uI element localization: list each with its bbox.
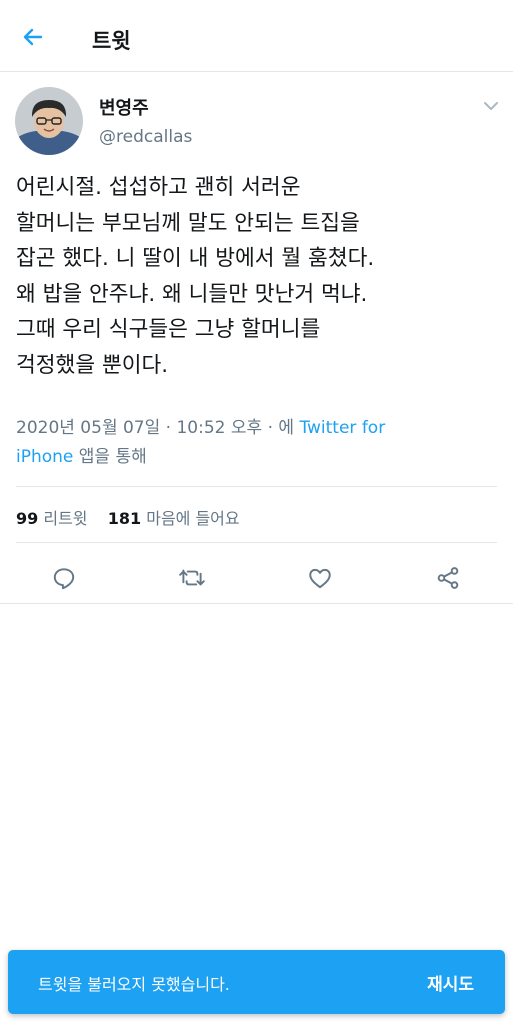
share-button[interactable] (430, 560, 466, 596)
tweet-text-line: 어린시절. 섭섭하고 괜히 서러운 (16, 175, 301, 200)
via-prefix: 에 (278, 418, 295, 438)
retweet-button[interactable] (174, 560, 210, 596)
via-suffix: 앱을 통해 (78, 446, 147, 467)
back-button[interactable] (18, 22, 48, 52)
like-label[interactable]: 마음에 들어요 (146, 509, 239, 528)
reply-button[interactable] (46, 560, 82, 596)
client-link[interactable]: Twitter for (299, 418, 385, 438)
author-name[interactable]: 변영주 (99, 94, 149, 120)
tweet-meta: 2020년 05월 07일 · 10:52 오후 · 에 Twitter for… (16, 414, 486, 471)
retweet-label[interactable]: 리트윗 (43, 509, 87, 528)
toast-message: 트윗을 불러오지 못했습니다. (38, 975, 230, 994)
reply-icon (53, 568, 75, 590)
error-toast: 트윗을 불러오지 못했습니다. 재시도 (8, 950, 505, 1014)
tweet-text-line: 할머니는 부모님께 말도 안되는 트집을 (16, 210, 360, 236)
retweet-count[interactable]: 99 (16, 509, 38, 528)
client-link-continued[interactable]: iPhone (16, 447, 73, 467)
tweet-time: 10:52 오후 (176, 418, 263, 438)
meta-separator: · (267, 418, 273, 438)
avatar[interactable] (15, 87, 83, 155)
tweet-text-line: 왜 밥을 안주냐. 왜 니들만 맛난거 먹냐. (16, 281, 368, 307)
divider (16, 486, 497, 487)
chevron-down-icon (484, 102, 498, 110)
tweet-menu-button[interactable] (480, 98, 502, 114)
tweet-date: 2020년 05월 07일 (16, 418, 161, 438)
top-bar: 트윗 (0, 0, 513, 72)
author-handle[interactable]: @redcallas (99, 127, 192, 147)
share-icon (437, 567, 459, 589)
user-avatar-image (15, 87, 83, 155)
like-button[interactable] (302, 560, 338, 596)
retry-button[interactable]: 재시도 (427, 970, 474, 995)
tweet-text-line: 잡곤 했다. 니 딸이 내 방에서 뭘 훔쳤다. (16, 246, 375, 271)
tweet-stats: 99 리트윗 181 마음에 들어요 (16, 505, 240, 529)
tweet-text: 어린시절. 섭섭하고 괜히 서러운 할머니는 부모님께 말도 안되는 트집을 잡… (16, 170, 501, 383)
heart-icon (309, 568, 331, 589)
tweet-text-line: 걱정했을 뿐이다. (16, 352, 169, 378)
divider (16, 542, 497, 543)
tweet-actions (0, 558, 513, 598)
tweet-text-line: 그때 우리 식구들은 그냥 할머니를 (16, 317, 321, 342)
tweet-bottom-divider (0, 603, 513, 604)
meta-separator: · (165, 418, 172, 438)
arrow-left-icon (23, 28, 43, 46)
page-title: 트윗 (92, 29, 131, 53)
retweet-icon (179, 569, 205, 586)
like-count[interactable]: 181 (108, 509, 141, 528)
